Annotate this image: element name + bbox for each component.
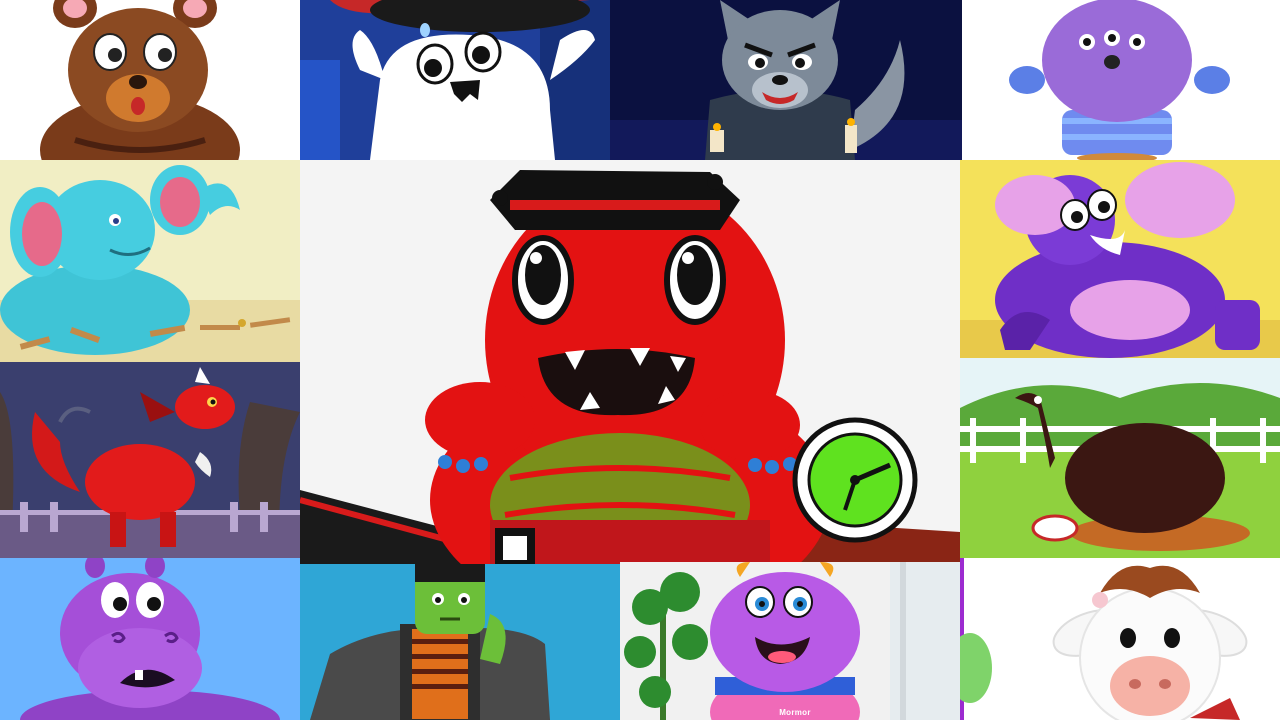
wolf-illustration <box>610 0 962 160</box>
purple-monster-illustration <box>962 0 1280 160</box>
purple-elephant-illustration <box>960 160 1280 358</box>
tile-pink-monster: Mormor <box>620 562 960 720</box>
tile-cow <box>960 558 1280 720</box>
pink-monster-illustration <box>620 562 960 720</box>
purple-hippo-illustration <box>0 558 300 720</box>
tile-frankenstein <box>300 564 620 720</box>
tile-red-dinosaur <box>300 160 960 564</box>
tile-purple-monster <box>962 0 1280 160</box>
tile-purple-elephant <box>960 160 1280 358</box>
tile-blue-elephant <box>0 160 300 362</box>
emu-illustration <box>960 358 1280 558</box>
cow-illustration <box>960 558 1280 720</box>
blue-elephant-illustration <box>0 160 300 362</box>
tile-ghost <box>300 0 610 160</box>
bear-illustration <box>0 0 300 160</box>
red-dragon-illustration <box>0 362 300 558</box>
frankenstein-illustration <box>300 564 620 720</box>
tile-red-dragon <box>0 362 300 558</box>
mormor-caption: Mormor <box>779 708 811 717</box>
tile-purple-hippo <box>0 558 300 720</box>
tile-wolf <box>610 0 962 160</box>
red-dinosaur-illustration <box>300 160 960 564</box>
tile-emu <box>960 358 1280 558</box>
tile-bear <box>0 0 300 160</box>
ghost-illustration <box>300 0 610 160</box>
